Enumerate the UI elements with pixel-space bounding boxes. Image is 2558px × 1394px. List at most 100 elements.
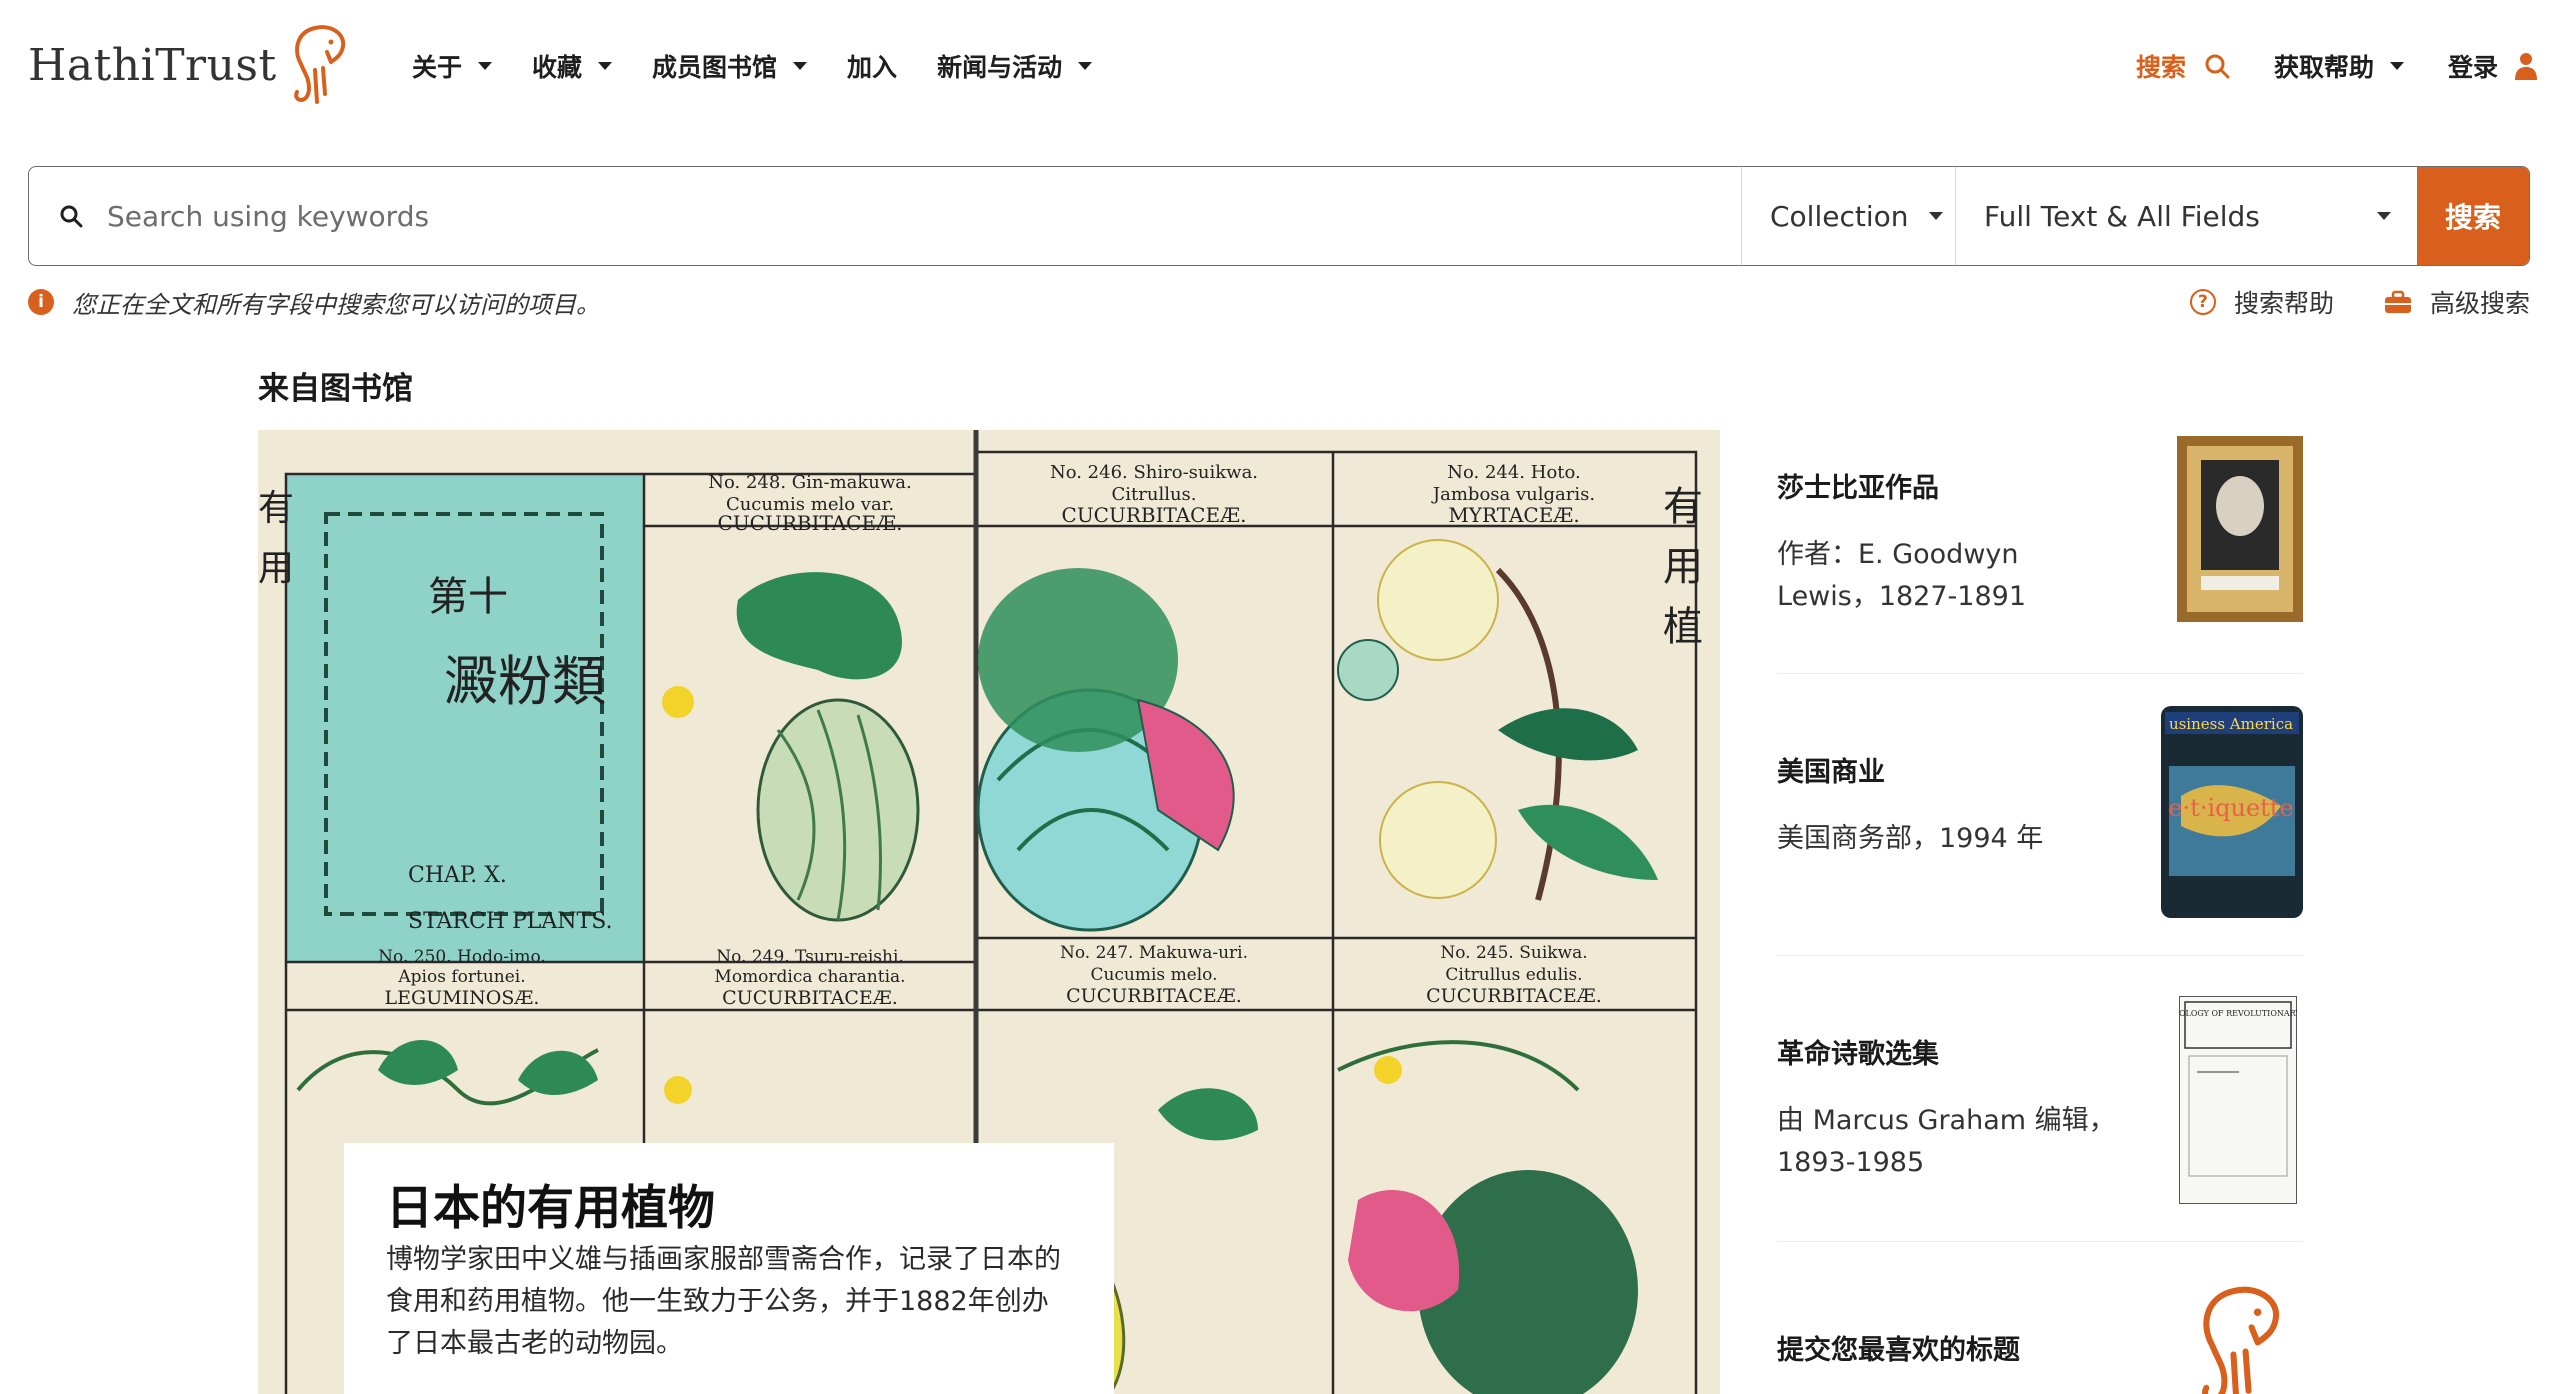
search-fields-value: Full Text & All Fields	[1984, 199, 2260, 233]
svg-text:STARCH PLANTS.: STARCH PLANTS.	[408, 909, 613, 934]
search-submit-button[interactable]: 搜索	[2417, 167, 2529, 265]
nav-get-help-label: 获取帮助	[2273, 53, 2374, 82]
svg-text:No. 244. Hoto.: No. 244. Hoto.	[1447, 462, 1581, 483]
nav-login-label: 登录	[2447, 53, 2498, 82]
chevron-down-icon	[2389, 62, 2404, 70]
side-item-title[interactable]: 提交您最喜欢的标题	[1777, 1328, 2020, 1367]
svg-text:第十: 第十	[428, 574, 508, 620]
search-links: ? 搜索帮助 高级搜索	[2189, 284, 2530, 320]
utility-nav: 搜索 获取帮助 登录	[2092, 48, 2538, 84]
nav-search[interactable]: 搜索	[2136, 48, 2230, 84]
search-fields-select[interactable]: Full Text & All Fields	[1955, 167, 2417, 265]
nav-join[interactable]: 加入	[847, 48, 897, 84]
svg-text:CHAP. X.: CHAP. X.	[408, 863, 507, 888]
search-field	[29, 167, 1741, 265]
side-item-title[interactable]: 美国商业	[1777, 750, 1885, 789]
side-item-submit-favorite[interactable]: 提交您最喜欢的标题	[1777, 1242, 2303, 1394]
featured-description: 博物学家田中义雄与插画家服部雪斋合作，记录了日本的食用和药用植物。他一生致力于公…	[386, 1244, 1061, 1359]
chevron-down-icon	[478, 62, 493, 70]
nav-about-label: 关于	[412, 53, 463, 82]
search-help-link[interactable]: 搜索帮助	[2234, 284, 2334, 320]
side-item-title[interactable]: 莎士比亚作品	[1777, 466, 1939, 505]
svg-text:CUCURBITACEÆ.: CUCURBITACEÆ.	[1066, 985, 1242, 1007]
hathitrust-logo[interactable]: HathiTrust	[28, 22, 349, 108]
info-icon: i	[28, 289, 54, 315]
main-nav: 关于 收藏 成员图书馆 加入 新闻与活动	[412, 48, 1132, 84]
search-icon	[60, 205, 83, 228]
svg-text:CUCURBITACEÆ.: CUCURBITACEÆ.	[718, 511, 903, 535]
svg-text:No. 245. Suikwa.: No. 245. Suikwa.	[1440, 943, 1587, 963]
featured-title[interactable]: 日本的有用植物	[386, 1179, 1074, 1239]
elephant-logo-icon	[293, 25, 345, 104]
svg-text:用: 用	[258, 548, 294, 589]
svg-text:Cucumis melo.: Cucumis melo.	[1090, 965, 1217, 985]
svg-text:Jambosa vulgaris.: Jambosa vulgaris.	[1431, 484, 1595, 505]
nav-about[interactable]: 关于	[412, 48, 493, 84]
svg-text:LEGUMINOSÆ.: LEGUMINOSÆ.	[385, 987, 540, 1009]
side-item-shakespeare[interactable]: 莎士比亚作品 作者：E. Goodwyn Lewis，1827-1891	[1777, 430, 2303, 674]
side-item-desc: 美国商务部，1994 年	[1777, 823, 2044, 854]
section-title: 来自图书馆	[258, 371, 413, 407]
question-circle-icon: ?	[2189, 289, 2216, 315]
featured-item[interactable]: 第十 澱粉類 CHAP. X. STARCH PLANTS. No. 248. …	[258, 430, 1720, 1394]
search-icon	[2205, 54, 2230, 79]
svg-text:MYRTACEÆ.: MYRTACEÆ.	[1448, 503, 1579, 527]
nav-member-libraries[interactable]: 成员图书馆	[652, 48, 808, 84]
svg-text:usiness America: usiness America	[2169, 715, 2293, 733]
chevron-down-icon	[1078, 62, 1093, 70]
svg-text:有: 有	[258, 488, 294, 529]
svg-text:Citrullus.: Citrullus.	[1111, 484, 1196, 505]
svg-text:AN ANTHOLOGY OF REVOLUTIONARY: AN ANTHOLOGY OF REVOLUTIONARY POETRY	[2179, 1009, 2297, 1018]
side-item-title[interactable]: 革命诗歌选集	[1777, 1032, 1939, 1071]
nav-news-events-label: 新闻与活动	[937, 53, 1063, 82]
svg-text:No. 246. Shiro-suikwa.: No. 246. Shiro-suikwa.	[1050, 462, 1258, 483]
svg-text:Citrullus edulis.: Citrullus edulis.	[1445, 965, 1582, 985]
search-info-row: i 您正在全文和所有字段中搜索您可以访问的项目。 ? 搜索帮助 高级搜索	[28, 283, 2530, 321]
nav-get-help[interactable]: 获取帮助	[2274, 48, 2404, 84]
svg-text:Apios fortunei.: Apios fortunei.	[397, 967, 525, 987]
elephant-logo-icon	[2202, 1286, 2279, 1394]
svg-text:CUCURBITACEÆ.: CUCURBITACEÆ.	[1426, 985, 1602, 1007]
shakespeare-cover-thumbnail	[2177, 436, 2303, 622]
side-item-desc: 作者：E. Goodwyn Lewis，1827-1891	[1777, 539, 2026, 612]
collection-side-list: 莎士比亚作品 作者：E. Goodwyn Lewis，1827-1891 美国商…	[1777, 430, 2303, 1394]
kanji-title: 澱粉類	[444, 650, 606, 713]
search-input[interactable]	[107, 199, 1607, 233]
svg-text:No. 250. Hodo-imo.: No. 250. Hodo-imo.	[378, 947, 546, 967]
toolbox-icon	[2384, 290, 2411, 313]
chevron-down-icon	[1928, 212, 1943, 220]
featured-caption: 日本的有用植物 博物学家田中义雄与插画家服部雪斋合作，记录了日本的食用和药用植物…	[344, 1143, 1114, 1394]
nav-join-label: 加入	[847, 53, 898, 82]
svg-text:No. 247. Makuwa-uri.: No. 247. Makuwa-uri.	[1060, 943, 1248, 963]
side-item-business-america[interactable]: 美国商业 美国商务部，1994 年 usiness America e·t·iq…	[1777, 674, 2303, 956]
logo-text: HathiTrust	[28, 39, 277, 91]
nav-collections[interactable]: 收藏	[532, 48, 613, 84]
collection-select-value: Collection	[1770, 199, 1909, 233]
nav-member-libraries-label: 成员图书馆	[652, 53, 778, 82]
side-item-desc: 由 Marcus Graham 编辑，1893-1985	[1777, 1105, 2116, 1178]
svg-text:Momordica charantia.: Momordica charantia.	[714, 967, 905, 987]
user-icon	[2515, 53, 2537, 80]
business-america-cover-thumbnail: usiness America e·t·iquette	[2161, 706, 2303, 918]
side-item-revolutionary-poetry[interactable]: 革命诗歌选集 由 Marcus Graham 编辑，1893-1985 AN A…	[1777, 956, 2303, 1242]
search-bar: Collection Full Text & All Fields 搜索	[28, 166, 2530, 266]
chevron-down-icon	[598, 62, 613, 70]
svg-text:e·t·iquette: e·t·iquette	[2168, 794, 2293, 822]
svg-text:CUCURBITACEÆ.: CUCURBITACEÆ.	[722, 987, 898, 1009]
nav-login[interactable]: 登录	[2448, 48, 2538, 84]
svg-text:No. 249. Tsuru-reishi.: No. 249. Tsuru-reishi.	[716, 947, 904, 967]
nav-collections-label: 收藏	[532, 53, 583, 82]
svg-text:植: 植	[1663, 604, 1703, 650]
svg-text:有: 有	[1663, 484, 1703, 530]
svg-text:CUCURBITACEÆ.: CUCURBITACEÆ.	[1062, 503, 1247, 527]
nav-search-label: 搜索	[2135, 53, 2186, 82]
chevron-down-icon	[2377, 212, 2391, 220]
svg-text:No. 248. Gin-makuwa.: No. 248. Gin-makuwa.	[708, 472, 911, 493]
nav-news-events[interactable]: 新闻与活动	[937, 48, 1093, 84]
chevron-down-icon	[793, 62, 808, 70]
advanced-search-link[interactable]: 高级搜索	[2430, 284, 2530, 320]
poetry-anthology-cover-thumbnail: AN ANTHOLOGY OF REVOLUTIONARY POETRY	[2179, 996, 2297, 1204]
svg-text:用: 用	[1663, 544, 1703, 590]
collection-select[interactable]: Collection	[1741, 167, 1955, 265]
search-scope-message: 您正在全文和所有字段中搜索您可以访问的项目。	[72, 290, 600, 319]
